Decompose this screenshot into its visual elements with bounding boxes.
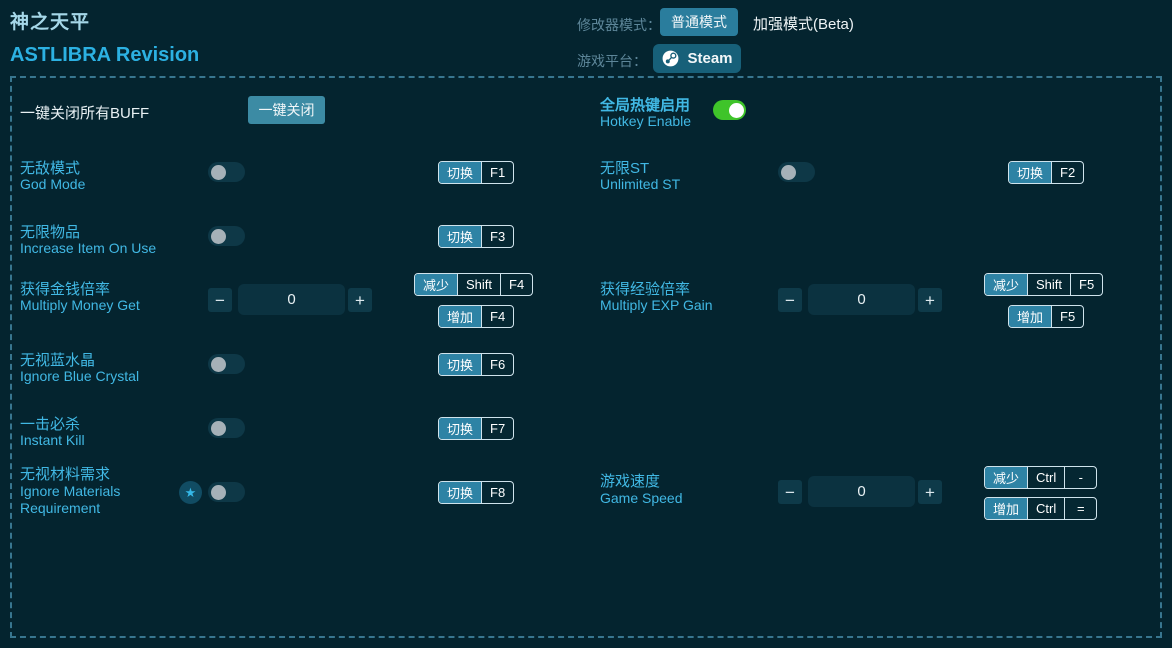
hotkey-key: F3 — [481, 226, 513, 247]
cheat-label-en: Instant Kill — [20, 432, 85, 448]
cheat-label-en: Ignore Blue Crystal — [20, 368, 140, 384]
hotkey-action: 减少 — [985, 274, 1028, 295]
hotkey-enable-label-en: Hotkey Enable — [600, 113, 692, 129]
hotkey-modifier: Shift — [457, 274, 500, 295]
hotkey-enable-toggle[interactable] — [713, 100, 746, 120]
mode-normal-button[interactable]: 普通模式 — [660, 8, 738, 36]
hotkey-key: F2 — [1051, 162, 1083, 183]
hotkey-key: F5 — [1051, 306, 1083, 327]
hotkey-key: = — [1064, 498, 1096, 519]
hotkey-action: 增加 — [985, 498, 1028, 519]
increase-item-hotkey-button[interactable]: 切换 F3 — [438, 225, 515, 248]
steam-icon — [661, 49, 680, 68]
hotkey-action: 切换 — [439, 226, 482, 247]
buff-close-label: 一键关闭所有BUFF — [20, 105, 150, 122]
toggle-knob — [211, 164, 226, 180]
hotkey-action: 减少 — [415, 274, 458, 295]
cheat-label-cn: 无视蓝水晶 — [20, 352, 96, 369]
hotkey-action: 切换 — [439, 162, 482, 183]
toggle-knob — [211, 420, 226, 436]
hotkey-key: F8 — [481, 482, 513, 503]
cheat-label-en: Increase Item On Use — [20, 240, 157, 256]
hotkey-action: 增加 — [1009, 306, 1052, 327]
hotkey-enable-label-cn: 全局热键启用 — [600, 97, 691, 114]
steam-label: Steam — [687, 50, 733, 67]
unlimited-st-toggle[interactable] — [778, 162, 815, 182]
hotkey-key: F7 — [481, 418, 513, 439]
cheat-label-cn: 无敌模式 — [20, 160, 81, 177]
money-increase-hotkey-button[interactable]: 增加 F4 — [438, 305, 515, 328]
cheat-label-cn: 游戏速度 — [600, 473, 661, 490]
mode-enhanced-button[interactable]: 加强模式(Beta) — [753, 13, 854, 34]
instant-kill-hotkey-button[interactable]: 切换 F7 — [438, 417, 515, 440]
hotkey-modifier: Ctrl — [1027, 467, 1064, 488]
exp-decrease-hotkey-button[interactable]: 减少 Shift F5 — [984, 273, 1104, 296]
toggle-knob — [211, 228, 226, 244]
hotkey-action: 切换 — [439, 482, 482, 503]
speed-decrease-hotkey-button[interactable]: 减少 Ctrl - — [984, 466, 1098, 489]
god-mode-hotkey-button[interactable]: 切换 F1 — [438, 161, 515, 184]
god-mode-toggle[interactable] — [208, 162, 245, 182]
hotkey-modifier: Ctrl — [1027, 498, 1064, 519]
hotkey-action: 切换 — [439, 418, 482, 439]
toggle-knob — [781, 164, 796, 180]
game-title-cn: 神之天平 — [10, 12, 91, 33]
game-speed-input[interactable] — [808, 476, 915, 507]
platform-label: 游戏平台： — [577, 53, 647, 69]
money-decrease-hotkey-button[interactable]: 减少 Shift F4 — [414, 273, 534, 296]
exp-increase-hotkey-button[interactable]: 增加 F5 — [1008, 305, 1085, 328]
unlimited-st-hotkey-button[interactable]: 切换 F2 — [1008, 161, 1085, 184]
exp-multiplier-input[interactable] — [808, 284, 915, 315]
hotkey-action: 切换 — [439, 354, 482, 375]
money-decrease-button[interactable]: − — [208, 288, 232, 312]
cheat-label-en: Ignore Materials Requirement — [20, 483, 121, 516]
steam-platform-button[interactable]: Steam — [653, 44, 741, 73]
cheat-label-cn: 无视材料需求 — [20, 466, 111, 483]
hotkey-key: F6 — [481, 354, 513, 375]
hotkey-action: 增加 — [439, 306, 482, 327]
cheat-label-cn: 一击必杀 — [20, 416, 81, 433]
cheat-label-en: Multiply EXP Gain — [600, 297, 713, 313]
cheat-label-en: Unlimited ST — [600, 176, 681, 192]
hotkey-key: - — [1064, 467, 1096, 488]
instant-kill-toggle[interactable] — [208, 418, 245, 438]
toggle-knob — [728, 102, 744, 118]
game-title-en: ASTLIBRA Revision — [10, 44, 200, 66]
ignore-materials-hotkey-button[interactable]: 切换 F8 — [438, 481, 515, 504]
money-increase-button[interactable]: + — [348, 288, 372, 312]
hotkey-key: F5 — [1070, 274, 1102, 295]
hotkey-key: F1 — [481, 162, 513, 183]
exp-decrease-button[interactable]: − — [778, 288, 802, 312]
hotkey-key: F4 — [481, 306, 513, 327]
cheat-label-cn: 获得经验倍率 — [600, 281, 691, 298]
toggle-knob — [211, 484, 226, 500]
cheat-label-en: Multiply Money Get — [20, 297, 140, 313]
increase-item-toggle[interactable] — [208, 226, 245, 246]
cheat-label-cn: 无限物品 — [20, 224, 81, 241]
mode-normal-label: 普通模式 — [671, 14, 727, 30]
hotkey-modifier: Shift — [1027, 274, 1070, 295]
cheats-panel — [10, 76, 1162, 638]
exp-increase-button[interactable]: + — [918, 288, 942, 312]
ignore-blue-crystal-hotkey-button[interactable]: 切换 F6 — [438, 353, 515, 376]
cheat-label-en: Game Speed — [600, 490, 683, 506]
hotkey-action: 减少 — [985, 467, 1028, 488]
star-icon: ★ — [179, 481, 202, 504]
toggle-knob — [211, 356, 226, 372]
buff-close-all-button-label: 一键关闭 — [258, 102, 315, 118]
trainer-window: 神之天平 ASTLIBRA Revision 修改器模式： 普通模式 加强模式(… — [0, 0, 1172, 648]
buff-close-all-button[interactable]: 一键关闭 — [248, 96, 325, 124]
mode-label: 修改器模式： — [577, 17, 661, 33]
speed-decrease-button[interactable]: − — [778, 480, 802, 504]
hotkey-key: F4 — [500, 274, 532, 295]
cheat-label-cn: 无限ST — [600, 160, 650, 177]
hotkey-action: 切换 — [1009, 162, 1052, 183]
cheat-label-cn: 获得金钱倍率 — [20, 281, 111, 298]
ignore-materials-toggle[interactable] — [208, 482, 245, 502]
cheat-label-en: God Mode — [20, 176, 86, 192]
money-multiplier-input[interactable] — [238, 284, 345, 315]
speed-increase-button[interactable]: + — [918, 480, 942, 504]
ignore-blue-crystal-toggle[interactable] — [208, 354, 245, 374]
speed-increase-hotkey-button[interactable]: 增加 Ctrl = — [984, 497, 1098, 520]
